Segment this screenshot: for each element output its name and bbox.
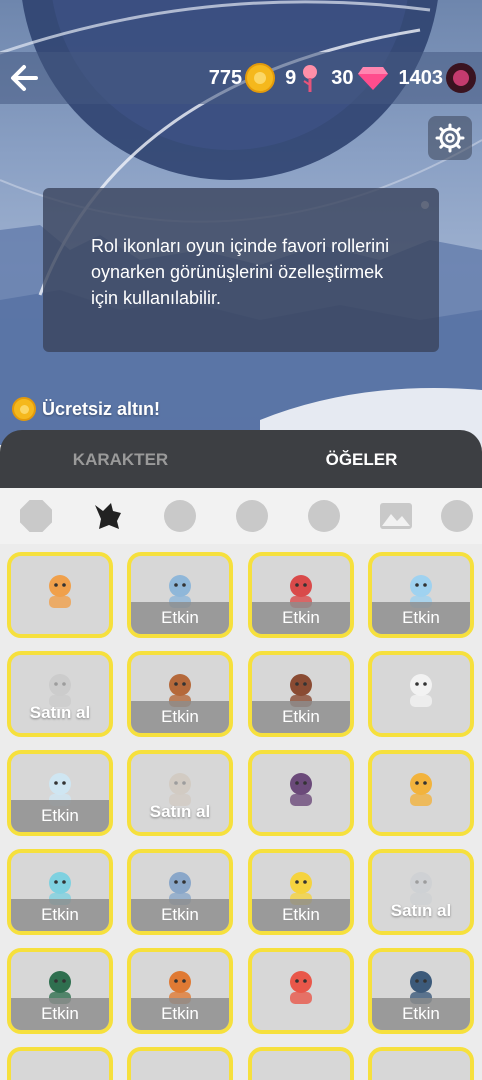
- category-background[interactable]: [360, 491, 432, 541]
- item-card[interactable]: Etkin: [7, 948, 113, 1034]
- item-card[interactable]: [248, 750, 354, 836]
- category-wolf[interactable]: [72, 491, 144, 541]
- tab-items[interactable]: ÖĞELER: [241, 430, 482, 488]
- item-card[interactable]: [368, 651, 474, 737]
- strong-arm-icon: [410, 674, 432, 707]
- item-card[interactable]: Etkin: [7, 849, 113, 935]
- active-badge: Etkin: [372, 998, 470, 1030]
- active-badge: Etkin: [252, 602, 350, 634]
- tab-character-label: KARAKTER: [72, 450, 169, 469]
- free-gold-button[interactable]: Ücretsiz altın!: [12, 397, 160, 421]
- item-card[interactable]: Etkin: [127, 651, 233, 737]
- smile-icon: [308, 500, 340, 532]
- currency-bar: 775 9 30 1403: [203, 60, 476, 96]
- coin-counter[interactable]: 775: [208, 63, 276, 93]
- revolver-icon: [410, 773, 432, 806]
- active-badge: Etkin: [131, 701, 229, 733]
- item-card[interactable]: Etkin: [127, 552, 233, 638]
- active-badge: Etkin: [372, 602, 470, 634]
- skull-icon: [446, 63, 476, 93]
- item-card-partial[interactable]: [127, 1047, 233, 1080]
- skull-counter[interactable]: 1403: [398, 63, 476, 93]
- buy-label: Satın al: [390, 901, 452, 920]
- buy-label: Satın al: [29, 703, 91, 722]
- gem-counter[interactable]: 30: [331, 65, 388, 91]
- item-card[interactable]: Etkin: [248, 651, 354, 737]
- rose-counter[interactable]: 9: [285, 63, 321, 93]
- tab-items-label: ÖĞELER: [325, 450, 398, 469]
- active-badge: Etkin: [11, 899, 109, 931]
- octagon-badge-icon: [20, 500, 52, 532]
- item-card[interactable]: Etkin: [248, 849, 354, 935]
- tab-bar: KARAKTER ÖĞELER: [0, 430, 482, 488]
- item-card-partial[interactable]: [248, 1047, 354, 1080]
- category-emoji[interactable]: [288, 491, 360, 541]
- arrow-left-icon: [11, 65, 38, 91]
- item-card[interactable]: Satın al: [127, 750, 233, 836]
- landscape-icon: [380, 503, 412, 529]
- item-card[interactable]: Etkin: [7, 750, 113, 836]
- buy-label: Satın al: [149, 802, 211, 821]
- active-badge: Etkin: [252, 899, 350, 931]
- active-badge: Etkin: [252, 701, 350, 733]
- farmer-icon: [49, 575, 71, 608]
- free-gold-label: Ücretsiz altın!: [42, 398, 161, 419]
- item-card[interactable]: Etkin: [368, 948, 474, 1034]
- skull-count: 1403: [398, 66, 444, 89]
- coin-count: 775: [208, 66, 243, 89]
- active-badge: Etkin: [131, 602, 229, 634]
- item-card-partial[interactable]: [368, 1047, 474, 1080]
- active-badge: Etkin: [131, 899, 229, 931]
- paw-icon: [236, 500, 268, 532]
- gear-icon: [435, 123, 465, 153]
- active-badge: Etkin: [131, 998, 229, 1030]
- item-card[interactable]: Etkin: [248, 552, 354, 638]
- item-grid: Etkin Etkin Etkin Satın al Etkin Etkin Etkin Sa…: [0, 544, 482, 1080]
- category-rose[interactable]: [144, 491, 216, 541]
- wolf-icon: [95, 503, 121, 529]
- info-text: Rol ikonları oyun içinde favori rollerin…: [91, 236, 390, 308]
- item-card[interactable]: Etkin: [127, 948, 233, 1034]
- back-button[interactable]: [6, 58, 46, 98]
- active-badge: Etkin: [11, 998, 109, 1030]
- item-card[interactable]: [7, 552, 113, 638]
- tab-character[interactable]: KARAKTER: [0, 430, 241, 488]
- item-card[interactable]: Satın al: [368, 849, 474, 935]
- settings-button[interactable]: [428, 116, 472, 160]
- gem-icon: [357, 67, 388, 90]
- rose-count: 9: [285, 66, 297, 89]
- coin-icon: [12, 397, 36, 421]
- refresh-icon: [441, 500, 473, 532]
- eye-icon: [290, 971, 312, 1004]
- item-card[interactable]: Etkin: [127, 849, 233, 935]
- category-badge[interactable]: [0, 491, 72, 541]
- active-badge: Etkin: [11, 800, 109, 832]
- gem-count: 30: [331, 66, 354, 89]
- item-card[interactable]: Etkin: [368, 552, 474, 638]
- item-card[interactable]: [248, 948, 354, 1034]
- item-card[interactable]: [368, 750, 474, 836]
- rose-icon: [164, 500, 196, 532]
- category-other[interactable]: [432, 491, 482, 541]
- villagers-icon: [290, 773, 312, 806]
- item-card-partial[interactable]: [7, 1047, 113, 1080]
- category-paw[interactable]: [216, 491, 288, 541]
- category-row: [0, 488, 482, 544]
- rose-icon: [303, 65, 318, 92]
- info-box: Rol ikonları oyun içinde favori rollerin…: [43, 188, 439, 352]
- item-card[interactable]: Satın al: [7, 651, 113, 737]
- coin-icon: [245, 63, 276, 93]
